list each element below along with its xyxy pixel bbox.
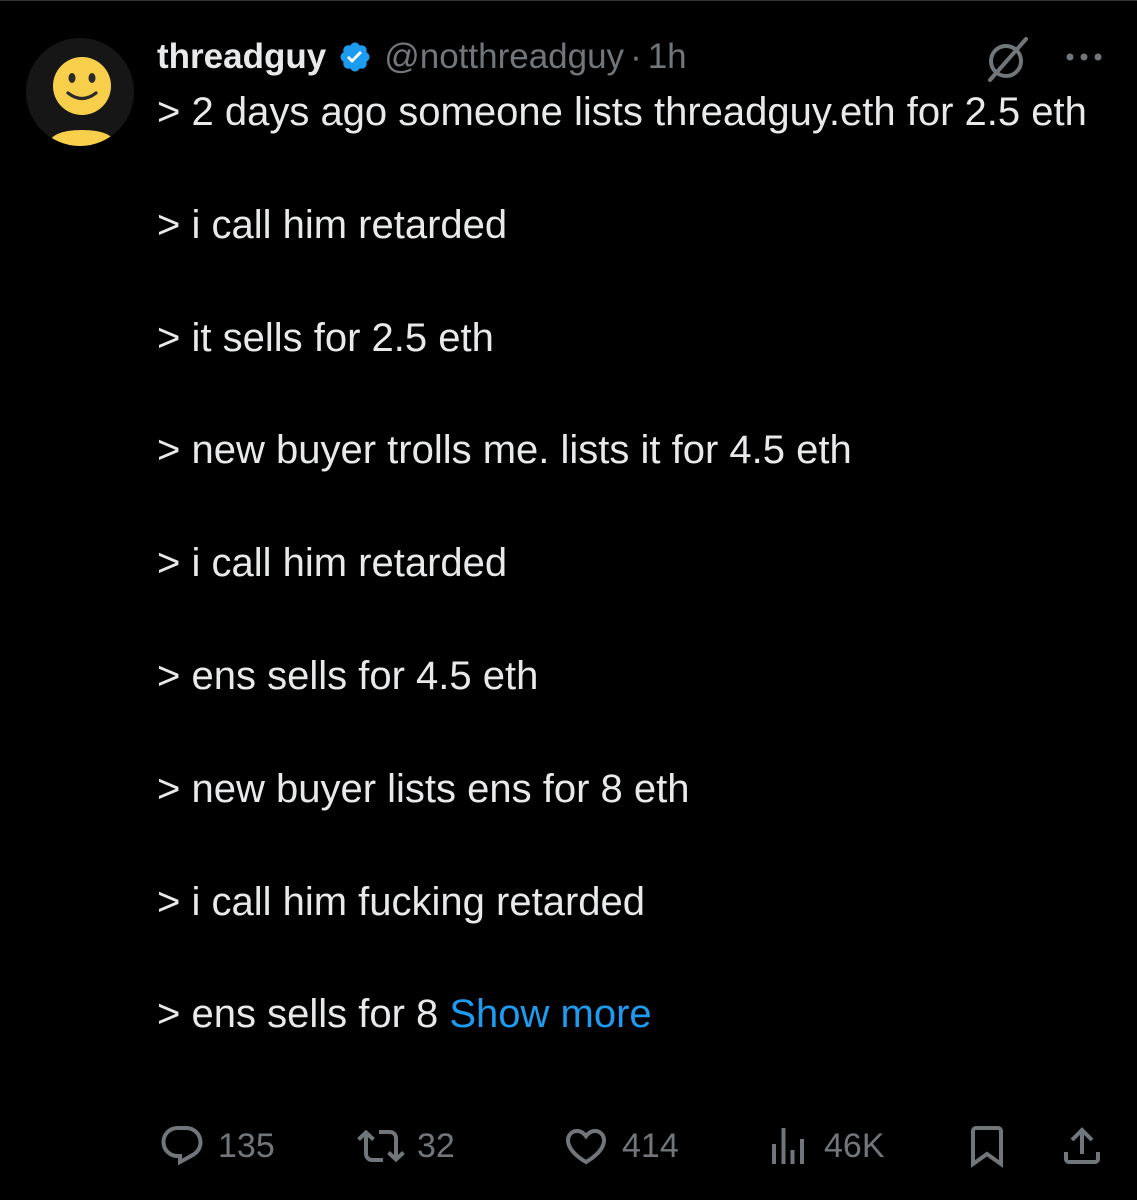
tweet-line: > it sells for 2.5 eth [157,315,494,360]
tweet-header: threadguy @notthreadguy · 1h [157,34,687,80]
tweet-last-line: > ens sells for 8 Show more [157,986,1117,1042]
like-count: 414 [622,1126,679,1165]
timestamp[interactable]: 1h [648,37,687,77]
tweet-line: > ens sells for 4.5 eth [157,653,539,698]
tweet-line-text: > ens sells for 8 [157,992,439,1037]
tweet-line: > 2 days ago someone lists threadguy.eth… [157,90,1087,134]
bookmark-button[interactable] [963,1118,1011,1174]
divider [0,0,1137,1]
reply-count: 135 [218,1126,275,1165]
tweet-text: > 2 days ago someone lists threadguy.eth… [157,84,1117,1043]
repost-count: 32 [417,1126,455,1165]
share-icon [1058,1122,1106,1170]
tweet-line: > i call him retarded [157,202,508,247]
avatar[interactable] [26,38,134,146]
separator-dot: · [630,37,642,76]
like-button[interactable]: 414 [562,1118,679,1174]
tweet-line: > i call him fucking retarded [157,879,646,924]
show-more-link[interactable]: Show more [449,992,651,1036]
repost-icon [357,1122,405,1170]
bookmark-icon [963,1122,1011,1170]
smiley-face-icon [26,38,134,146]
reply-icon [158,1122,206,1170]
verified-badge-icon[interactable] [338,40,372,74]
share-button[interactable] [1058,1118,1106,1174]
analytics-icon [764,1122,812,1170]
handle[interactable]: @notthreadguy [384,37,624,77]
tweet-line: > new buyer trolls me. lists it for 4.5 … [157,428,852,473]
repost-button[interactable]: 32 [357,1118,455,1174]
more-icon[interactable] [1060,44,1108,70]
action-bar: 135 32 414 46K [0,1118,1137,1174]
views-button[interactable]: 46K [764,1118,885,1174]
tweet-line: > new buyer lists ens for 8 eth [157,766,690,811]
tweet[interactable]: threadguy @notthreadguy · 1h > 2 days ag… [0,0,1137,1200]
views-count: 46K [824,1126,885,1165]
grok-icon[interactable] [982,36,1032,82]
heart-icon [562,1122,610,1170]
reply-button[interactable]: 135 [158,1118,275,1174]
tweet-line: > i call him retarded [157,541,508,586]
display-name[interactable]: threadguy [157,37,326,77]
